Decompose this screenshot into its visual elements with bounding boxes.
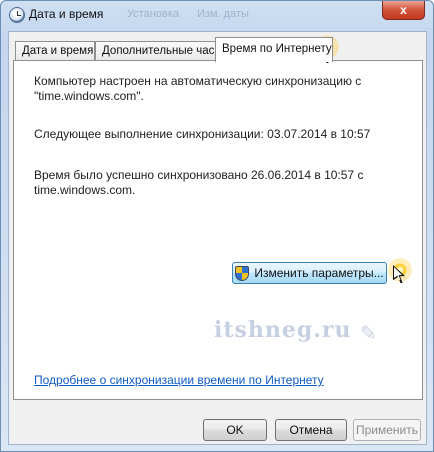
sync-status-line-1: Компьютер настроен на автоматическую син… (34, 74, 362, 88)
tab-label: Время по Интернету (222, 43, 332, 55)
sync-status-line-2: "time.windows.com". (34, 89, 144, 103)
dialog-client-area: Дата и время Дополнительные часы Время п… (8, 31, 427, 445)
tab-strip: Дата и время Дополнительные часы Время п… (13, 37, 423, 62)
tab-additional-clocks[interactable]: Дополнительные часы (95, 41, 223, 61)
title-bar[interactable]: Дата и время Установка Изм. даты x (1, 1, 433, 29)
clock-icon (9, 7, 25, 23)
background-window-title: Установка (127, 8, 179, 20)
apply-button[interactable]: Применить (353, 419, 421, 441)
window-title: Дата и время (29, 7, 104, 21)
apply-label: Применить (355, 423, 418, 437)
internet-time-panel: Компьютер настроен на автоматическую син… (13, 60, 423, 400)
last-sync-line-2: time.windows.com. (34, 183, 136, 197)
ok-label: OK (226, 423, 244, 437)
cancel-label: Отмена (289, 423, 333, 437)
tab-internet-time[interactable]: Время по Интернету (215, 37, 333, 62)
change-settings-button[interactable]: Изменить параметры... (232, 262, 387, 284)
uac-shield-icon (235, 265, 250, 281)
change-settings-label: Изменить параметры... (254, 266, 384, 280)
close-icon: x (400, 3, 407, 17)
watermark: itshneg.ru (214, 317, 352, 343)
tab-label: Дополнительные часы (102, 45, 223, 57)
watermark-pen-icon: ✎ (360, 323, 377, 345)
help-link[interactable]: Подробнее о синхронизации времени по Инт… (34, 373, 324, 387)
close-button[interactable]: x (382, 1, 425, 20)
ok-button[interactable]: OK (203, 419, 267, 441)
next-sync-text: Следующее выполнение синхронизации: 03.0… (34, 127, 371, 141)
tab-label: Дата и время (22, 45, 94, 57)
background-window-title: Изм. даты (197, 8, 249, 20)
date-time-dialog: Дата и время Установка Изм. даты x Дата … (0, 0, 434, 452)
last-sync-line-1: Время было успешно синхронизовано 26.06.… (34, 168, 364, 182)
cancel-button[interactable]: Отмена (275, 419, 347, 441)
tab-date-time[interactable]: Дата и время (15, 41, 95, 61)
